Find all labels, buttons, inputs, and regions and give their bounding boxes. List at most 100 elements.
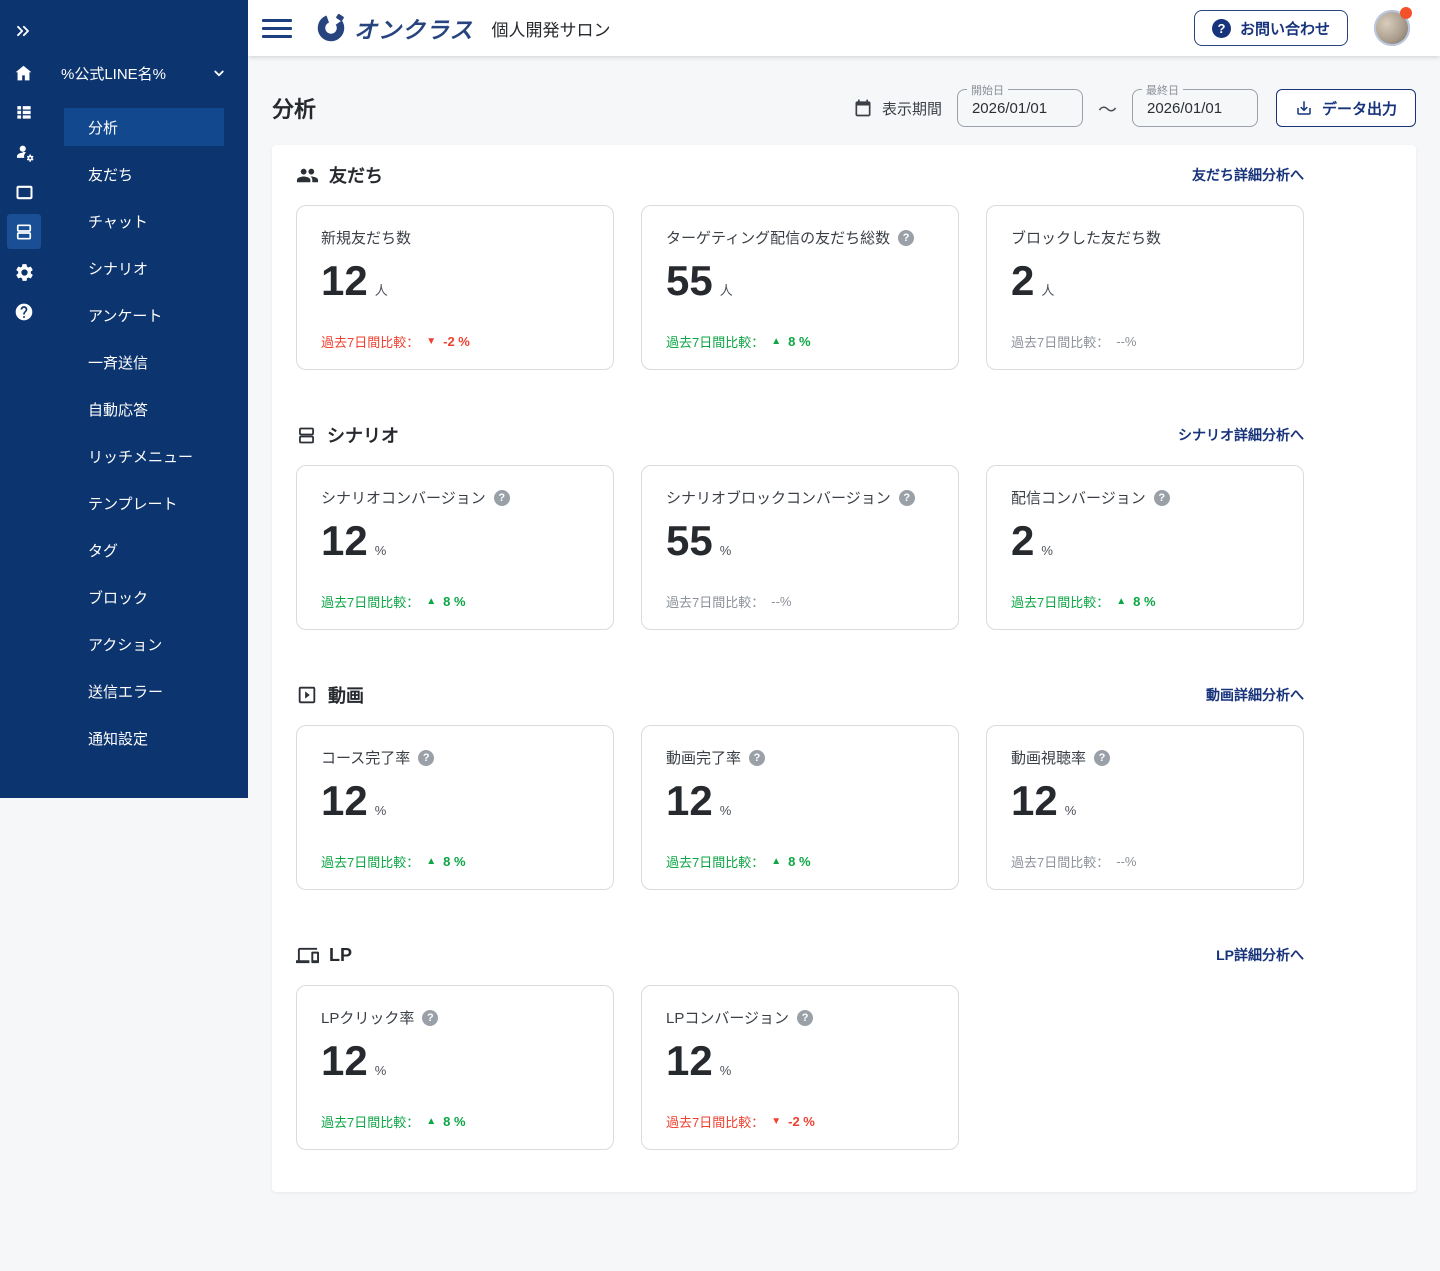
sidebar-item-chat[interactable]: チャット <box>64 198 224 245</box>
icon-rail <box>0 92 48 332</box>
sidebar-item-action[interactable]: アクション <box>64 621 224 668</box>
metric-card-video-view-rate: 動画視聴率 12 % 過去7日間比較： --% <box>986 725 1304 890</box>
sidebar-item-analysis[interactable]: 分析 <box>64 104 224 151</box>
rail-item-scenario-icon[interactable] <box>0 212 48 252</box>
rail-item-list-icon[interactable] <box>0 92 48 132</box>
end-date-input[interactable] <box>1132 90 1257 126</box>
end-date-field: 最終日 <box>1131 82 1258 127</box>
help-icon[interactable] <box>1153 489 1170 506</box>
sidebar-item-friends[interactable]: 友だち <box>64 151 224 198</box>
calendar-icon <box>855 99 871 117</box>
metric-value: 55 <box>666 517 713 564</box>
start-date-input[interactable] <box>957 90 1082 126</box>
sidebar-item-tag[interactable]: タグ <box>64 527 224 574</box>
comparison-label: 過去7日間比較： <box>321 855 420 870</box>
section-friends: 友だち 友だち詳細分析へ 新規友だち数 12 人 過去7日間比較： -2 % タ… <box>296 163 1304 370</box>
trend-value: 8 % <box>788 854 811 869</box>
metric-title: LPコンバージョン <box>666 1010 790 1027</box>
comparison-row: 過去7日間比較： 8 % <box>666 332 934 351</box>
menu-item-label: ブロック <box>88 590 149 607</box>
contact-button[interactable]: お問い合わせ <box>1193 10 1348 46</box>
sidebar-item-scenario[interactable]: シナリオ <box>64 245 224 292</box>
video-icon <box>296 684 318 706</box>
help-icon[interactable] <box>493 489 510 506</box>
help-icon[interactable] <box>797 1009 814 1026</box>
metric-card-scenario-block-conversion: シナリオブロックコンバージョン 55 % 過去7日間比較： --% <box>641 465 959 630</box>
metric-card-lp-click-rate: LPクリック率 12 % 過去7日間比較： 8 % <box>296 985 614 1150</box>
comparison-label: 過去7日間比較： <box>666 1115 765 1130</box>
comparison-row: 過去7日間比較： -2 % <box>321 332 589 351</box>
menu-item-label: 友だち <box>88 167 134 184</box>
rail-item-help-icon[interactable] <box>0 292 48 332</box>
metric-card-lp-conversion: LPコンバージョン 12 % 過去7日間比較： -2 % <box>641 985 959 1150</box>
trend-value: 8 % <box>443 1114 466 1129</box>
comparison-label: 過去7日間比較： <box>1011 595 1110 610</box>
onclass-logo[interactable]: オンクラス <box>316 11 474 45</box>
metric-card-course-completion: コース完了率 12 % 過去7日間比較： 8 % <box>296 725 614 890</box>
sidebar-menu: 分析 友だち チャット シナリオ アンケート 一斉送信 自動応答 リッチメニュー… <box>64 104 224 762</box>
sidebar-item-block[interactable]: ブロック <box>64 574 224 621</box>
help-icon[interactable] <box>1094 749 1111 766</box>
help-icon[interactable] <box>898 489 915 506</box>
comparison-row: 過去7日間比較： --% <box>666 592 934 611</box>
help-icon[interactable] <box>749 749 766 766</box>
trend-value: -2 % <box>788 1114 815 1129</box>
metric-title: シナリオコンバージョン <box>321 490 486 507</box>
workspace-selector[interactable]: %公式LINE名% <box>0 57 248 89</box>
section-scenario: シナリオ シナリオ詳細分析へ シナリオコンバージョン 12 % 過去7日間比較：… <box>296 423 1304 630</box>
metric-value: 2 <box>1011 517 1035 564</box>
rail-item-chat-window-icon[interactable] <box>0 172 48 212</box>
rail-item-settings-icon[interactable] <box>0 252 48 292</box>
scenario-detail-link[interactable]: シナリオ詳細分析へ <box>1178 425 1304 445</box>
comparison-row: 過去7日間比較： 8 % <box>321 852 589 871</box>
comparison-label: 過去7日間比較： <box>1011 335 1110 350</box>
friends-detail-link[interactable]: 友だち詳細分析へ <box>1192 165 1304 185</box>
metric-title: ターゲティング配信の友だち総数 <box>666 230 891 247</box>
sidebar-item-send-error[interactable]: 送信エラー <box>64 668 224 715</box>
date-range-separator: 〜 <box>1097 99 1117 121</box>
comparison-row: 過去7日間比較： 8 % <box>1011 592 1279 611</box>
data-export-button[interactable]: データ出力 <box>1275 89 1416 127</box>
menu-item-label: 分析 <box>88 120 119 137</box>
help-icon[interactable] <box>418 749 435 766</box>
metric-title: 動画視聴率 <box>1011 750 1087 767</box>
sidebar-collapse-button[interactable] <box>13 21 33 41</box>
sidebar-item-auto-reply[interactable]: 自動応答 <box>64 386 224 433</box>
trend-arrow-icon <box>771 337 781 347</box>
sidebar-item-rich-menu[interactable]: リッチメニュー <box>64 433 224 480</box>
menu-item-label: 通知設定 <box>88 731 149 748</box>
help-icon[interactable] <box>422 1009 439 1026</box>
metric-unit: % <box>719 803 732 818</box>
help-icon[interactable] <box>898 229 915 246</box>
comparison-label: 過去7日間比較： <box>666 335 765 350</box>
chevron-down-icon <box>210 64 228 82</box>
comparison-label: 過去7日間比較： <box>321 1115 420 1130</box>
sidebar-item-notification-settings[interactable]: 通知設定 <box>64 715 224 762</box>
menu-item-label: アンケート <box>88 308 163 325</box>
trend-value: --% <box>1116 334 1137 349</box>
metric-unit: % <box>719 543 732 558</box>
metric-value: 12 <box>1011 777 1058 824</box>
metric-unit: % <box>719 1063 732 1078</box>
scenario-icon <box>296 425 317 446</box>
video-detail-link[interactable]: 動画詳細分析へ <box>1206 685 1304 705</box>
trend-arrow-icon <box>426 337 436 347</box>
analysis-panel: 友だち 友だち詳細分析へ 新規友だち数 12 人 過去7日間比較： -2 % タ… <box>272 145 1416 1192</box>
user-avatar[interactable] <box>1374 7 1412 46</box>
trend-arrow-icon <box>426 597 436 607</box>
metric-value: 12 <box>321 777 368 824</box>
data-export-label: データ出力 <box>1321 100 1397 118</box>
brand-name: オンクラス <box>354 17 474 43</box>
comparison-label: 過去7日間比較： <box>666 855 765 870</box>
menu-item-label: アクション <box>88 637 163 654</box>
page-toolbar: 分析 表示期間 開始日 〜 最終日 データ出力 <box>272 80 1416 136</box>
sidebar-item-survey[interactable]: アンケート <box>64 292 224 339</box>
comparison-row: 過去7日間比較： --% <box>1011 852 1279 871</box>
sidebar-item-broadcast[interactable]: 一斉送信 <box>64 339 224 386</box>
menu-item-label: 自動応答 <box>88 402 149 419</box>
lp-detail-link[interactable]: LP詳細分析へ <box>1216 945 1304 965</box>
sidebar-item-template[interactable]: テンプレート <box>64 480 224 527</box>
rail-item-user-gear-icon[interactable] <box>0 132 48 172</box>
hamburger-menu-icon[interactable] <box>262 18 292 38</box>
metric-title: 新規友だち数 <box>321 230 412 247</box>
